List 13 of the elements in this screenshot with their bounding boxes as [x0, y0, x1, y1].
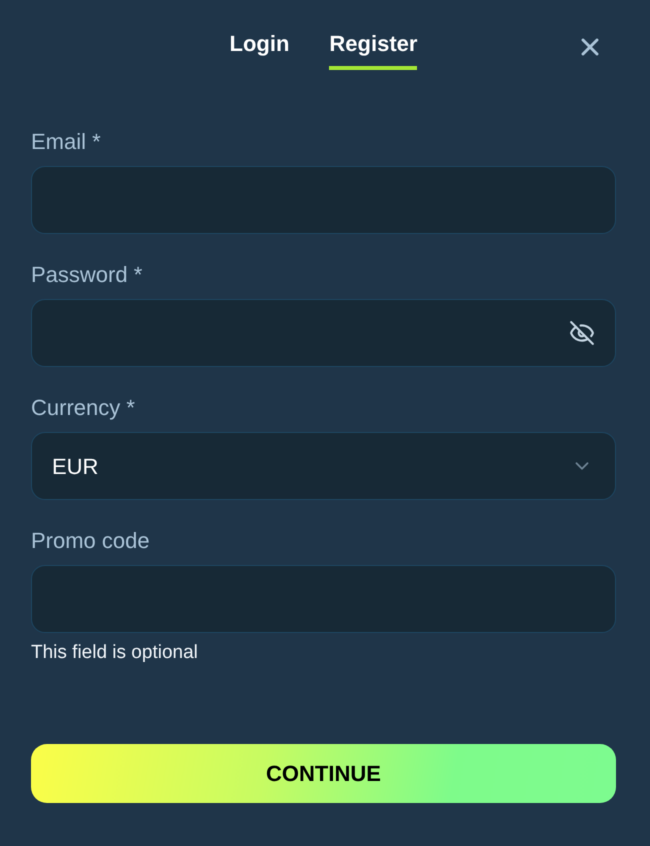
currency-select[interactable]: EUR [31, 432, 616, 500]
text-input-field[interactable] [31, 166, 616, 234]
eye-off-icon[interactable] [569, 320, 595, 346]
text-input-field[interactable] [31, 565, 616, 633]
field-label: Password * [31, 262, 144, 288]
field-label: Currency * [31, 395, 136, 421]
continue-button[interactable]: CONTINUE [31, 744, 616, 803]
field-label: Promo code [31, 528, 151, 554]
tab[interactable]: Login [230, 30, 290, 70]
tab[interactable]: Register [329, 30, 418, 70]
field-label: Email * [31, 129, 102, 155]
field-hint: This field is optional [31, 642, 199, 664]
password-input-field[interactable] [31, 299, 616, 367]
